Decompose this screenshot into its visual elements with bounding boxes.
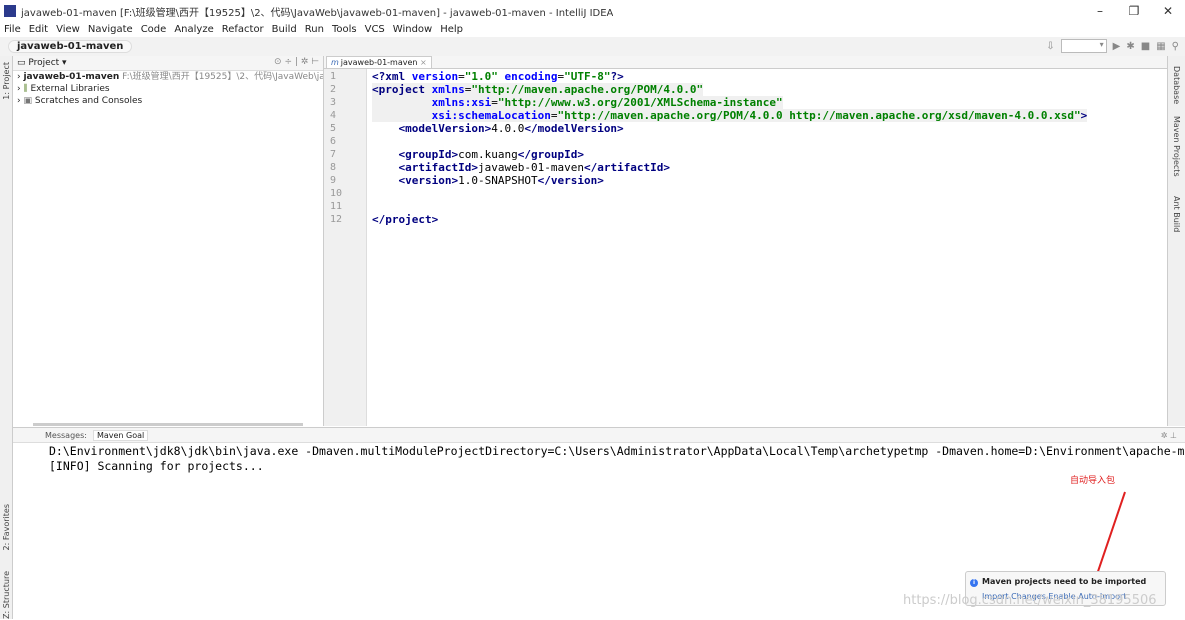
editor-tab-bar: m javaweb-01-maven × (324, 56, 1167, 69)
menu-tools[interactable]: Tools (328, 24, 361, 35)
scratches-icon: ▣ (23, 96, 32, 106)
console-line: [INFO] Scanning for projects... (49, 459, 264, 473)
right-tool-strip: Database Maven Projects Ant Build (1167, 56, 1185, 426)
line-number: 2 (330, 84, 337, 95)
navigation-bar: javaweb-01-maven ⇩ ▾ ▶ ✱ ■ ▦ ⚲ (0, 37, 1185, 57)
line-number: 8 (330, 162, 337, 173)
code-line: xsi:schemaLocation="http://maven.apache.… (372, 109, 1088, 122)
line-number-gutter: 1 2 3 4 5 6 7 8 9 10 11 12 (324, 69, 367, 426)
structure-tool-tab[interactable]: Z: Structure (2, 571, 11, 619)
code-line: xmlns:xsi="http://www.w3.org/2001/XMLSch… (372, 96, 783, 109)
build-icon[interactable]: ⇩ (1046, 41, 1054, 52)
line-number: 3 (330, 97, 337, 108)
notification-title: i Maven projects need to be imported (970, 577, 1146, 587)
info-icon: i (970, 579, 978, 587)
maven-file-icon: m (331, 58, 339, 67)
favorites-tool-tab[interactable]: 2: Favorites (2, 504, 11, 550)
tab-maven-goal[interactable]: Maven Goal (92, 429, 149, 441)
menu-help[interactable]: Help (436, 24, 467, 35)
line-number: 5 (330, 123, 337, 134)
project-tree: › javaweb-01-maven F:\班级管理\西开【19525】\2、代… (13, 71, 323, 107)
messages-panel-header: Messages: Maven Goal ✲ ⊥ (13, 428, 1185, 443)
tree-item-external-libraries[interactable]: › ⫼ External Libraries (13, 83, 323, 95)
title-bar: javaweb-01-maven [F:\班级管理\西开【19525】\2、代码… (0, 0, 1185, 22)
watermark: https://blog.csdn.net/weixin_38195506 (903, 593, 1157, 608)
menu-run[interactable]: Run (301, 24, 328, 35)
line-number: 11 (330, 201, 343, 212)
project-tool-tab[interactable]: 1: Project (2, 62, 11, 100)
editor-tab-pom[interactable]: m javaweb-01-maven × (326, 56, 432, 68)
menu-code[interactable]: Code (137, 24, 171, 35)
menu-vcs[interactable]: VCS (361, 24, 389, 35)
code-line: <version>1.0-SNAPSHOT</version> (398, 174, 604, 187)
maximize-button[interactable]: ❐ (1117, 0, 1151, 22)
code-line: <groupId>com.kuang</groupId> (398, 148, 584, 161)
menu-file[interactable]: File (0, 24, 25, 35)
project-folder-icon: ▭ (17, 58, 29, 68)
menu-navigate[interactable]: Navigate (84, 24, 137, 35)
code-line: <artifactId>javaweb-01-maven</artifactId… (398, 161, 671, 174)
ant-build-tool-tab[interactable]: Ant Build (1172, 196, 1181, 232)
menu-analyze[interactable]: Analyze (170, 24, 217, 35)
line-number: 7 (330, 149, 337, 160)
menu-view[interactable]: View (52, 24, 84, 35)
editor: m javaweb-01-maven × 1 2 3 4 5 6 7 8 9 10… (324, 56, 1167, 426)
code-area[interactable]: <?xml version="1.0" encoding="UTF-8"?> <… (368, 69, 1167, 426)
window-title: javaweb-01-maven [F:\班级管理\西开【19525】\2、代码… (21, 7, 614, 19)
line-number: 6 (330, 136, 337, 147)
run-config-select[interactable]: ▾ (1060, 39, 1107, 53)
close-button[interactable]: ✕ (1151, 0, 1185, 22)
debug-icon[interactable]: ✱ (1126, 41, 1134, 52)
console-line: D:\Environment\jdk8\jdk\bin\java.exe -Dm… (49, 444, 1185, 458)
annotation-label: 自动导入包 (1070, 476, 1116, 486)
tree-item-scratches[interactable]: › ▣ Scratches and Consoles (13, 95, 323, 107)
project-panel-header: ▭ Project ▾ ⊙ ÷ | ✲ ⊢ (13, 56, 323, 71)
messages-label: Messages: (45, 430, 87, 440)
line-number: 12 (330, 214, 343, 225)
breadcrumb[interactable]: javaweb-01-maven (8, 40, 133, 53)
line-number: 4 (330, 110, 337, 121)
line-number: 10 (330, 188, 343, 199)
menu-refactor[interactable]: Refactor (218, 24, 268, 35)
console-output: D:\Environment\jdk8\jdk\bin\java.exe -Dm… (49, 444, 1185, 474)
toolbar: ⇩ ▾ ▶ ✱ ■ ▦ ⚲ (1046, 39, 1179, 53)
intellij-logo-icon (4, 5, 16, 17)
tree-item-project[interactable]: › javaweb-01-maven F:\班级管理\西开【19525】\2、代… (13, 71, 323, 83)
left-tool-strip: 1: Project 2: Favorites Z: Structure (0, 56, 13, 619)
code-line: </project> (372, 213, 439, 226)
project-panel-actions[interactable]: ⊙ ÷ | ✲ ⊢ (274, 57, 319, 67)
minimize-button[interactable]: – (1083, 0, 1117, 22)
window-controls: – ❐ ✕ (1083, 0, 1185, 22)
menu-build[interactable]: Build (268, 24, 301, 35)
database-tool-tab[interactable]: Database (1172, 66, 1181, 104)
chevron-down-icon[interactable]: ▾ (59, 58, 67, 68)
project-panel: ▭ Project ▾ ⊙ ÷ | ✲ ⊢ › javaweb-01-maven… (13, 56, 324, 426)
code-line: <project xmlns="http://maven.apache.org/… (372, 83, 704, 96)
library-icon: ⫼ (23, 84, 28, 94)
code-line: <modelVersion>4.0.0</modelVersion> (398, 122, 624, 135)
code-line: <?xml version="1.0" encoding="UTF-8"?> (372, 70, 624, 83)
search-icon[interactable]: ⚲ (1172, 41, 1179, 52)
maven-projects-tool-tab[interactable]: Maven Projects (1172, 116, 1181, 177)
line-number: 1 (330, 71, 337, 82)
menu-bar: File Edit View Navigate Code Analyze Ref… (0, 22, 1185, 37)
menu-edit[interactable]: Edit (25, 24, 52, 35)
project-structure-icon[interactable]: ▦ (1156, 41, 1165, 52)
gear-icon[interactable]: ✲ ⊥ (1161, 431, 1177, 440)
project-view-selector[interactable]: Project (28, 58, 59, 68)
run-icon[interactable]: ▶ (1113, 41, 1121, 52)
horizontal-scrollbar[interactable] (33, 423, 303, 426)
stop-icon[interactable]: ■ (1141, 41, 1150, 52)
line-number: 9 (330, 175, 337, 186)
close-tab-icon[interactable]: × (420, 58, 427, 67)
menu-window[interactable]: Window (389, 24, 436, 35)
